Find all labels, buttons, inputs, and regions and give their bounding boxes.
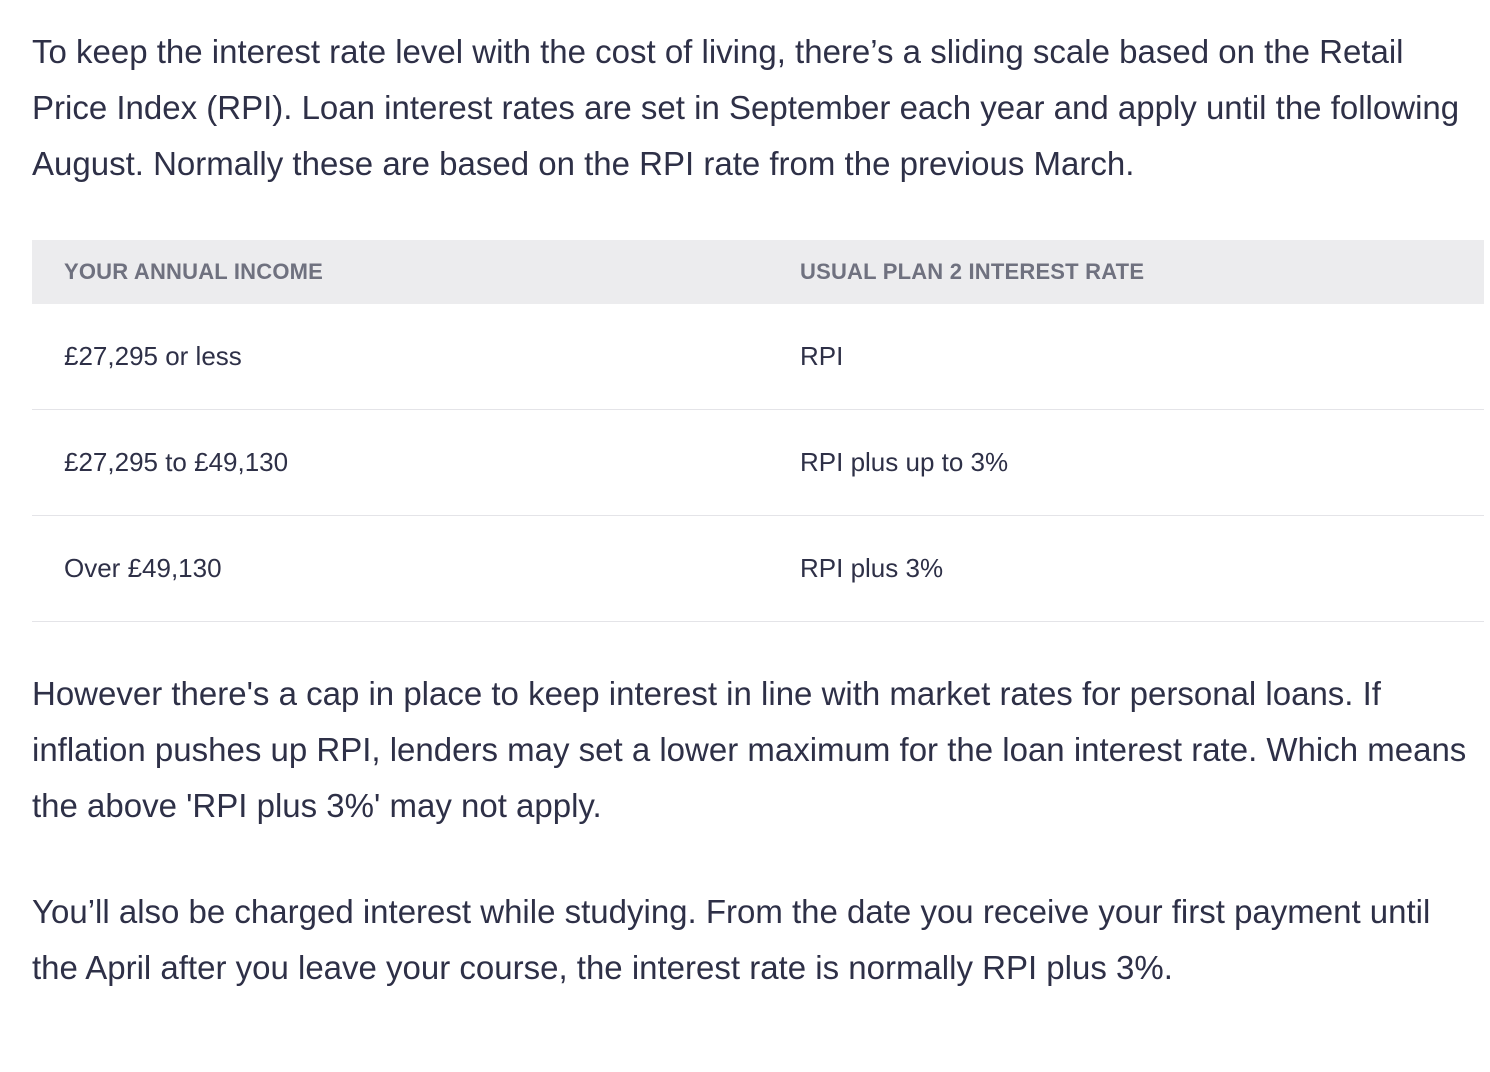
- intro-paragraph: To keep the interest rate level with the…: [32, 33, 1460, 182]
- cap-paragraph: However there's a cap in place to keep i…: [32, 675, 1467, 824]
- interest-rate-table: YOUR ANNUAL INCOME USUAL PLAN 2 INTEREST…: [32, 240, 1484, 622]
- rate-cell: RPI plus 3%: [768, 515, 1484, 622]
- table-row: £27,295 or less RPI: [32, 304, 1484, 410]
- header-interest-rate: USUAL PLAN 2 INTEREST RATE: [768, 240, 1484, 304]
- study-interest-paragraph: You’ll also be charged interest while st…: [32, 893, 1431, 986]
- income-cell: £27,295 or less: [32, 304, 768, 410]
- header-annual-income: YOUR ANNUAL INCOME: [32, 240, 768, 304]
- rate-cell: RPI plus up to 3%: [768, 409, 1484, 516]
- rate-cell: RPI: [768, 304, 1484, 410]
- income-cell: Over £49,130: [32, 515, 768, 622]
- table-header-row: YOUR ANNUAL INCOME USUAL PLAN 2 INTEREST…: [32, 240, 1484, 304]
- table-row: £27,295 to £49,130 RPI plus up to 3%: [32, 409, 1484, 516]
- article-body: To keep the interest rate level with the…: [32, 24, 1484, 996]
- income-cell: £27,295 to £49,130: [32, 409, 768, 516]
- table-row: Over £49,130 RPI plus 3%: [32, 515, 1484, 622]
